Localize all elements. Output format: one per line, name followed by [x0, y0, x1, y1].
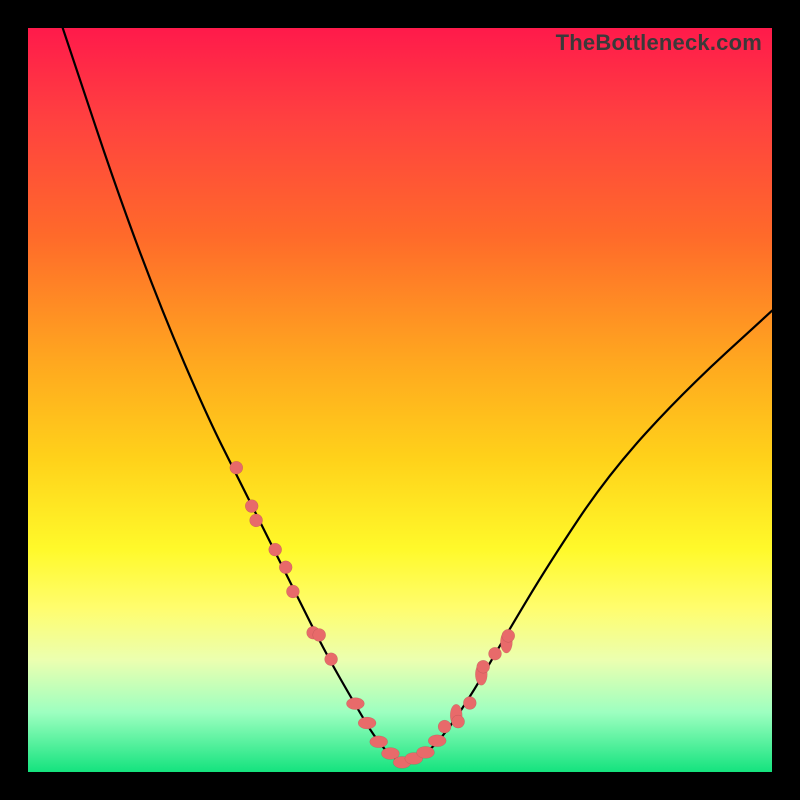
marker-blob: [358, 717, 376, 729]
marker-dot: [489, 647, 502, 660]
marker-dot: [325, 653, 338, 666]
plot-area: TheBottleneck.com: [28, 28, 772, 772]
marker-dot: [250, 514, 263, 527]
bottleneck-curve: [28, 0, 772, 762]
marker-dot: [286, 585, 299, 598]
chart-svg: [28, 28, 772, 772]
marker-dot: [452, 715, 465, 728]
marker-dot: [502, 629, 515, 642]
marker-blob: [417, 746, 435, 758]
chart-frame: TheBottleneck.com: [0, 0, 800, 800]
marker-dot: [269, 543, 282, 556]
marker-blob: [428, 735, 446, 747]
marker-dot: [477, 660, 490, 673]
marker-dot: [230, 461, 243, 474]
marker-blob: [370, 736, 388, 748]
marker-dot: [245, 500, 258, 513]
marker-dot: [279, 561, 292, 574]
marker-dot: [438, 720, 451, 733]
marker-dot: [313, 629, 326, 642]
marker-layer: [230, 461, 515, 768]
curve-layer: [28, 0, 772, 762]
marker-dot: [463, 697, 476, 710]
marker-blob: [346, 698, 364, 710]
